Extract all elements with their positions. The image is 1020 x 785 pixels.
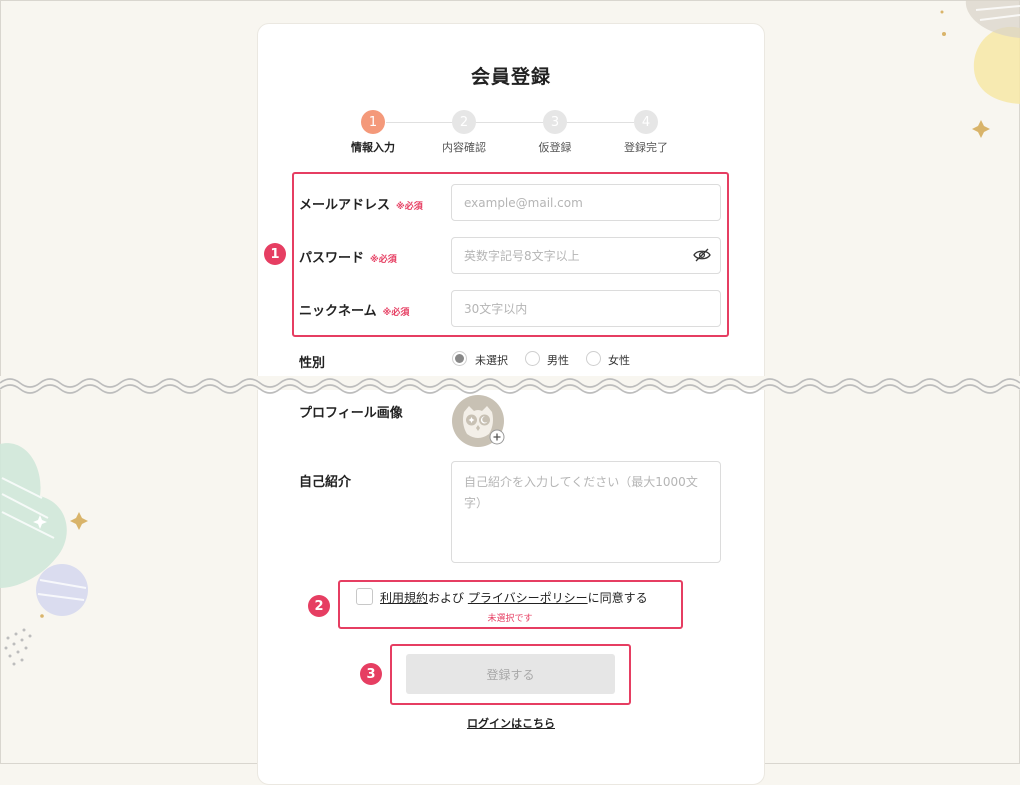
bio-textarea[interactable] <box>451 461 721 563</box>
page-title: 会員登録 <box>470 66 551 88</box>
step-4-circle: 4 <box>634 110 658 134</box>
password-label-text: パスワード <box>299 251 365 266</box>
eye-off-icon[interactable] <box>693 247 711 263</box>
step-1-label: 情報入力 <box>351 141 395 154</box>
step-2-label: 内容確認 <box>442 141 486 154</box>
step-1-circle: 1 <box>361 110 385 134</box>
decorative-blob-bottom-left <box>0 443 88 666</box>
email-input[interactable] <box>451 184 721 221</box>
step-3-circle: 3 <box>543 110 567 134</box>
password-label: パスワード ※必須 <box>299 247 397 266</box>
nickname-input[interactable] <box>451 290 721 327</box>
page-break-wave <box>0 376 1020 394</box>
gender-option-unselected-label: 未選択 <box>475 354 508 367</box>
email-label-text: メールアドレス <box>299 198 391 213</box>
agree-error-message: 未選択です <box>487 614 533 624</box>
password-input[interactable] <box>451 237 721 274</box>
gender-radio-unselected[interactable] <box>452 351 467 366</box>
register-button[interactable]: 登録する <box>406 654 615 694</box>
agree-suffix-text: に同意する <box>587 591 648 605</box>
annotation-badge-3: 3 <box>360 663 382 685</box>
login-link[interactable]: ログインはこちら <box>257 715 765 731</box>
terms-link[interactable]: 利用規約 <box>380 591 428 605</box>
agree-middle-text: および <box>428 591 465 605</box>
bio-label: 自己紹介 <box>299 475 352 490</box>
add-image-plus-icon[interactable] <box>489 429 505 445</box>
step-4-label: 登録完了 <box>624 141 668 154</box>
gender-option-male-label: 男性 <box>547 354 569 367</box>
decorative-blob-top-right <box>940 0 1020 138</box>
agree-text: 利用規約および プライバシーポリシーに同意する <box>380 589 648 606</box>
step-2-circle: 2 <box>452 110 476 134</box>
email-required-badge: ※必須 <box>396 202 423 212</box>
nickname-required-badge: ※必須 <box>382 308 410 318</box>
nickname-label-text: ニックネーム <box>299 304 377 319</box>
nickname-label: ニックネーム ※必須 <box>299 300 409 319</box>
annotation-badge-1: 1 <box>264 243 286 265</box>
annotation-badge-2: 2 <box>308 595 330 617</box>
password-required-badge: ※必須 <box>370 255 397 265</box>
agree-checkbox[interactable] <box>356 588 373 605</box>
stepper-line <box>386 122 634 123</box>
email-label: メールアドレス ※必須 <box>299 194 423 213</box>
gender-option-female-label: 女性 <box>608 354 630 367</box>
gender-radio-male[interactable] <box>525 351 540 366</box>
profile-image-label: プロフィール画像 <box>299 406 403 421</box>
privacy-policy-link[interactable]: プライバシーポリシー <box>468 591 588 605</box>
gender-radio-female[interactable] <box>586 351 601 366</box>
step-3-label: 仮登録 <box>538 141 572 154</box>
